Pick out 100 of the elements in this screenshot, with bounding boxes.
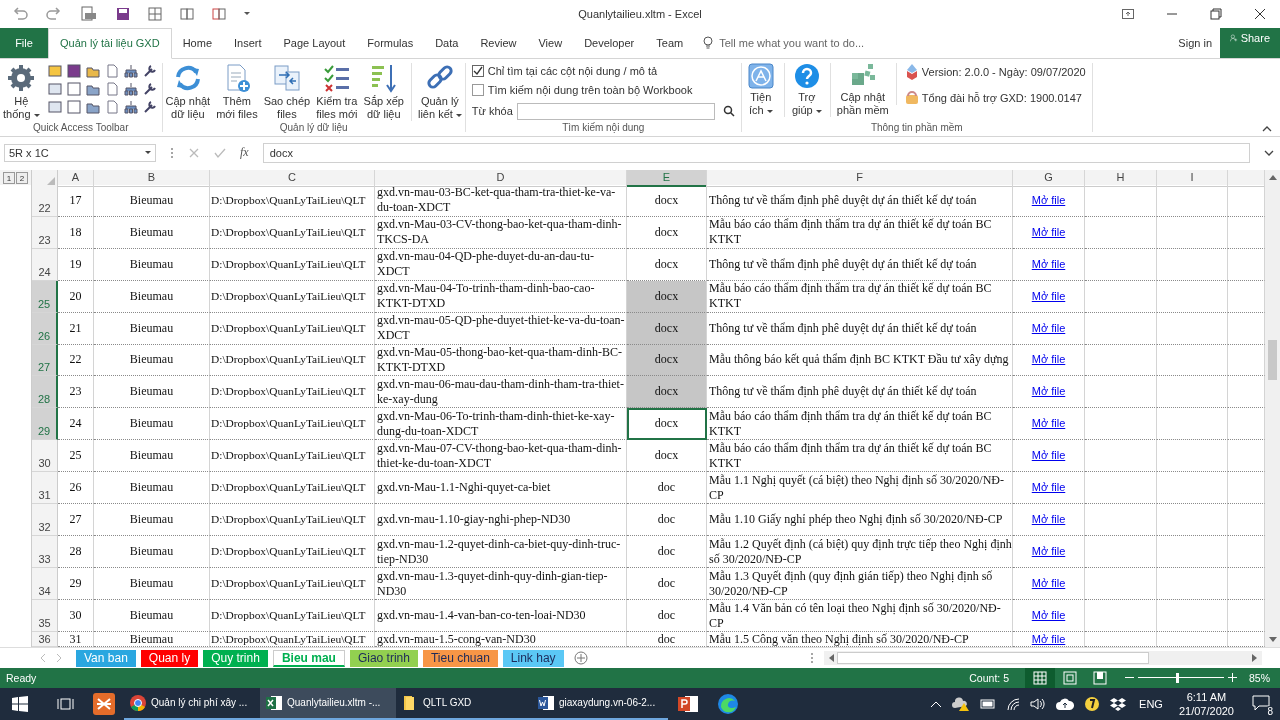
app-icon[interactable] [93,693,115,715]
row-header[interactable]: 32 [32,504,58,537]
tell-me-field[interactable]: Tell me what you want to do... [717,35,872,50]
open-file-link[interactable]: Mở file [1031,288,1066,304]
ribbon-tab[interactable]: View [527,27,574,58]
file-tab[interactable]: File [0,27,48,58]
open-file-link[interactable]: Mở file [1031,576,1066,592]
horizontal-scrollbar[interactable] [824,651,1262,665]
ribbon-tab[interactable]: Formulas [356,27,425,58]
ribbon-tab[interactable]: Developer [573,27,646,58]
row-header[interactable]: 31 [32,472,58,505]
scroll-right-icon[interactable] [1252,654,1258,662]
browser-app-icon[interactable] [717,693,739,715]
ribbon-tab[interactable]: Page Layout [272,27,357,58]
ribbon-tab[interactable]: Insert [223,27,273,58]
taskbar-app[interactable]: giaxaydung.vn-06-2... [532,688,668,720]
outline-level-button[interactable]: 1 [3,172,15,185]
column-header[interactable]: D [375,169,627,187]
row-header[interactable]: 33 [32,536,58,569]
customize-caret-icon[interactable] [244,12,250,16]
taskbar-app[interactable]: QLTL GXD [396,688,532,720]
ribbon-button[interactable]: Trợ giúp [783,62,826,117]
zoom-level[interactable]: 85% [1241,672,1280,684]
ribbon-tab[interactable]: Data [424,27,470,58]
row-header[interactable]: 28 [32,376,58,409]
row-header[interactable]: 30 [32,440,58,473]
ribbon-button[interactable]: Tiện ích [741,62,780,117]
redo-icon[interactable] [46,6,62,21]
open-file-link[interactable]: Mở file [1031,256,1066,272]
cloud-upload-icon[interactable] [1056,697,1075,711]
battery-icon[interactable] [980,699,997,709]
column-header[interactable]: H [1085,169,1157,187]
grid-icon[interactable] [148,6,162,21]
row-header[interactable]: 25 [32,280,58,313]
collapse-ribbon-icon[interactable] [1262,125,1272,132]
clock[interactable]: 6:11 AM 21/07/2020 [1178,690,1234,718]
speaker-icon[interactable] [1030,697,1047,711]
sheet-tab[interactable]: Quan ly [140,649,199,667]
ribbon-tab[interactable]: Team [645,27,695,58]
sheet-tab[interactable]: Tieu chuan [422,649,498,667]
dropbox-icon[interactable] [1110,697,1127,711]
scroll-thumb[interactable] [1268,339,1277,380]
system-button[interactable]: Hệ thống [0,62,43,121]
open-file-link[interactable]: Mở file [1031,480,1066,496]
ribbon-tab[interactable]: Home [171,27,223,58]
ribbon-display-icon[interactable] [1122,8,1134,19]
task-view-icon[interactable] [57,696,75,712]
sign-in-link[interactable]: Sign in [1170,27,1220,58]
open-file-link[interactable]: Mở file [1031,608,1066,624]
search-icon[interactable] [722,105,735,118]
round-badge-icon[interactable] [1084,696,1101,712]
taskbar-app[interactable]: Quanlytailieu.xltm -... [260,688,396,720]
insert-function-button[interactable]: fx [240,145,249,161]
ribbon-tab[interactable]: Quản lý tài liệu GXD [48,27,172,59]
pages-icon[interactable] [212,6,226,21]
keyword-field[interactable] [516,102,715,120]
formula-field[interactable]: docx [262,142,1250,163]
scroll-up-icon[interactable] [1268,173,1277,180]
open-file-link[interactable]: Mở file [1031,632,1066,647]
add-sheet-icon[interactable] [573,651,588,665]
column-header[interactable]: B [94,169,210,187]
row-header[interactable]: 36 [32,632,58,647]
lightbulb-icon[interactable] [702,35,715,50]
row-header[interactable]: 29 [32,408,58,441]
cloud-warning-icon[interactable] [952,697,971,711]
row-header[interactable]: 35 [32,600,58,633]
ribbon-button[interactable]: Cập nhật phần mềm [829,62,892,117]
row-header[interactable]: 27 [32,344,58,377]
restore-icon[interactable] [1210,7,1222,20]
open-file-link[interactable]: Mở file [1031,544,1066,560]
pages-icon[interactable] [180,6,194,21]
ribbon-button[interactable]: Sắp xếp dữ liệu [360,62,407,121]
column-header[interactable]: F [707,169,1013,187]
chevron-up-icon[interactable] [930,700,943,708]
wifi-icon[interactable] [1006,697,1021,711]
hierarchy-icon[interactable] [122,62,139,79]
language-indicator[interactable]: ENG [1139,698,1163,710]
column-header[interactable]: A [58,169,94,187]
close-icon[interactable] [1254,7,1266,20]
ribbon-button[interactable]: Sao chép files [260,62,314,121]
scroll-down-icon[interactable] [1268,637,1277,643]
row-header[interactable]: 26 [32,312,58,345]
outline-level-button[interactable]: 2 [16,172,28,185]
sheet-tab[interactable]: Link hay [502,649,564,667]
column-header[interactable]: C [210,169,375,187]
share-button[interactable]: Share [1220,27,1280,58]
undo-icon[interactable] [12,6,28,21]
sheet-tab[interactable]: Giao trinh [349,649,418,667]
row-header[interactable]: 23 [32,216,58,249]
open-file-link[interactable]: Mở file [1031,192,1066,208]
row-header[interactable]: 34 [32,568,58,601]
row-header[interactable]: 22 [32,184,58,217]
open-file-link[interactable]: Mở file [1031,448,1066,464]
name-box[interactable]: 5R x 1C [4,143,156,162]
ribbon-button[interactable]: Thêm mới files [213,62,261,121]
windows-start-icon[interactable] [12,696,28,712]
column-header[interactable]: I [1157,169,1228,187]
scroll-thumb[interactable] [837,652,1149,664]
open-file-link[interactable]: Mở file [1031,384,1066,400]
open-file-link[interactable]: Mở file [1031,416,1066,432]
